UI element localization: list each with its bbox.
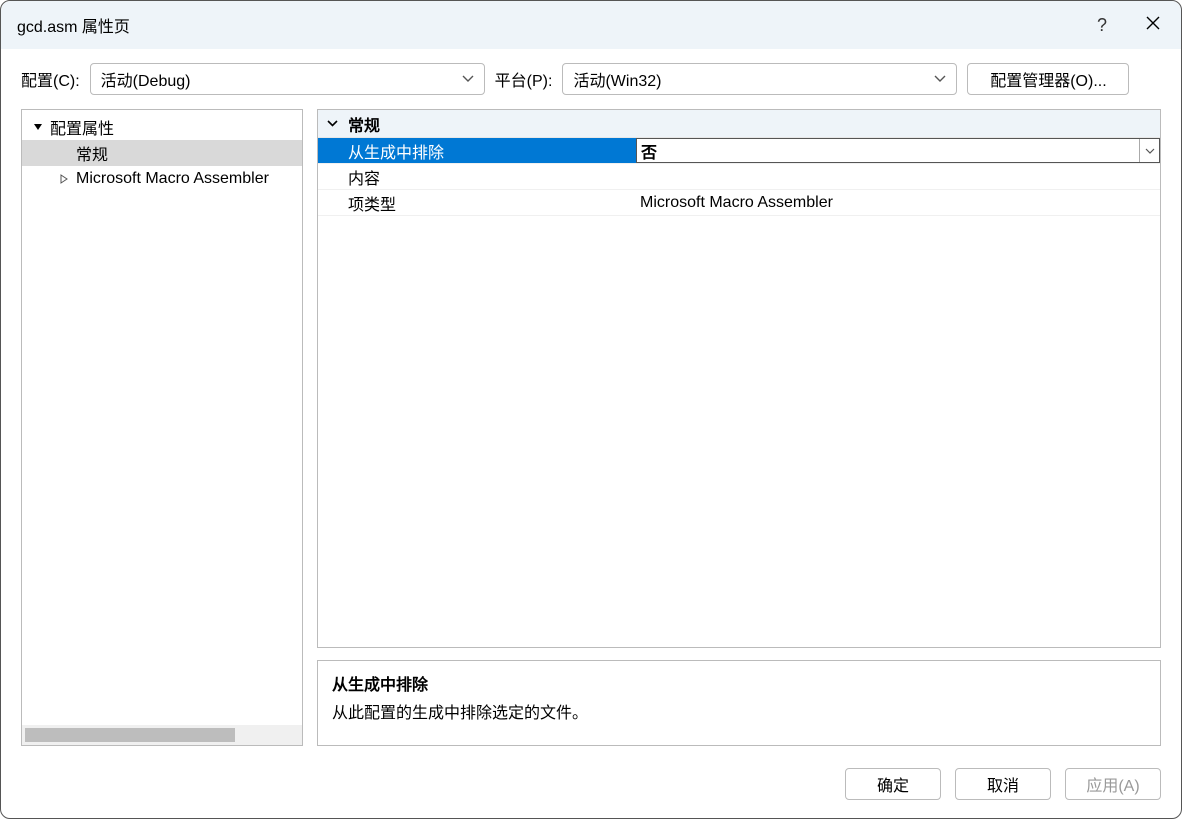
tree-item-general[interactable]: 常规: [22, 140, 302, 166]
grid-category-label: 常规: [348, 112, 380, 136]
horizontal-scrollbar[interactable]: [22, 725, 302, 745]
cancel-button[interactable]: 取消: [955, 768, 1051, 800]
description-text: 从此配置的生成中排除选定的文件。: [332, 699, 1146, 723]
grid-row-name: 从生成中排除: [318, 138, 636, 163]
ok-label: 确定: [877, 772, 909, 796]
platform-value: 活动(Win32): [573, 67, 661, 91]
triangle-down-icon: [30, 119, 46, 135]
tree-item-label: 配置属性: [50, 115, 114, 139]
grid-row-value: Microsoft Macro Assembler: [640, 194, 833, 212]
platform-combobox[interactable]: 活动(Win32): [562, 63, 957, 95]
property-grid: 常规 从生成中排除 否 内容: [317, 109, 1161, 648]
config-toolbar: 配置(C): 活动(Debug) 平台(P): 活动(Win32) 配置管理器(…: [1, 49, 1181, 109]
config-manager-button[interactable]: 配置管理器(O)...: [967, 63, 1129, 95]
triangle-right-icon: [56, 171, 72, 187]
grid-row-exclude-from-build[interactable]: 从生成中排除 否: [318, 138, 1160, 164]
tree-item-masm[interactable]: Microsoft Macro Assembler: [22, 166, 302, 192]
grid-row-name: 内容: [318, 164, 636, 189]
config-combobox[interactable]: 活动(Debug): [90, 63, 485, 95]
description-title: 从生成中排除: [332, 671, 1146, 695]
grid-row-name: 项类型: [318, 190, 636, 215]
grid-row-content[interactable]: 内容: [318, 164, 1160, 190]
tree-panel: 配置属性 常规 Microsoft Macro Assembler: [21, 109, 303, 746]
tree-item-label: Microsoft Macro Assembler: [76, 170, 269, 188]
grid-row-item-type[interactable]: 项类型 Microsoft Macro Assembler: [318, 190, 1160, 216]
apply-button[interactable]: 应用(A): [1065, 768, 1161, 800]
titlebar: gcd.asm 属性页 ?: [1, 1, 1181, 49]
ok-button[interactable]: 确定: [845, 768, 941, 800]
window-title: gcd.asm 属性页: [17, 13, 130, 37]
property-page-dialog: gcd.asm 属性页 ? 配置(C): 活动(Debug) 平台(P): 活动…: [0, 0, 1182, 819]
property-tree: 配置属性 常规 Microsoft Macro Assembler: [22, 110, 302, 725]
grid-row-value: 否: [641, 139, 657, 163]
config-manager-label: 配置管理器(O)...: [990, 67, 1106, 91]
grid-row-value-cell[interactable]: [636, 164, 1160, 189]
close-button[interactable]: [1125, 1, 1181, 49]
tree-item-label: 常规: [76, 141, 108, 165]
right-panel: 常规 从生成中排除 否 内容: [317, 109, 1161, 746]
cancel-label: 取消: [987, 772, 1019, 796]
grid-category-header[interactable]: 常规: [318, 110, 1160, 138]
help-button[interactable]: ?: [1079, 1, 1125, 49]
scrollbar-thumb[interactable]: [25, 728, 235, 742]
tree-root-config-props[interactable]: 配置属性: [22, 114, 302, 140]
close-icon: [1146, 16, 1160, 34]
content-area: 配置属性 常规 Microsoft Macro Assembler: [1, 109, 1181, 756]
dropdown-button[interactable]: [1139, 139, 1159, 162]
platform-label: 平台(P):: [495, 67, 553, 91]
description-box: 从生成中排除 从此配置的生成中排除选定的文件。: [317, 660, 1161, 746]
dialog-footer: 确定 取消 应用(A): [1, 756, 1181, 818]
chevron-down-icon: [324, 120, 340, 127]
tree-spacer: [56, 145, 72, 161]
chevron-down-icon: [934, 75, 946, 83]
config-label: 配置(C):: [21, 67, 80, 91]
grid-row-value-cell[interactable]: 否: [636, 138, 1160, 163]
apply-label: 应用(A): [1086, 772, 1139, 796]
grid-row-value-cell[interactable]: Microsoft Macro Assembler: [636, 190, 1160, 215]
chevron-down-icon: [462, 75, 474, 83]
config-value: 活动(Debug): [101, 67, 191, 91]
